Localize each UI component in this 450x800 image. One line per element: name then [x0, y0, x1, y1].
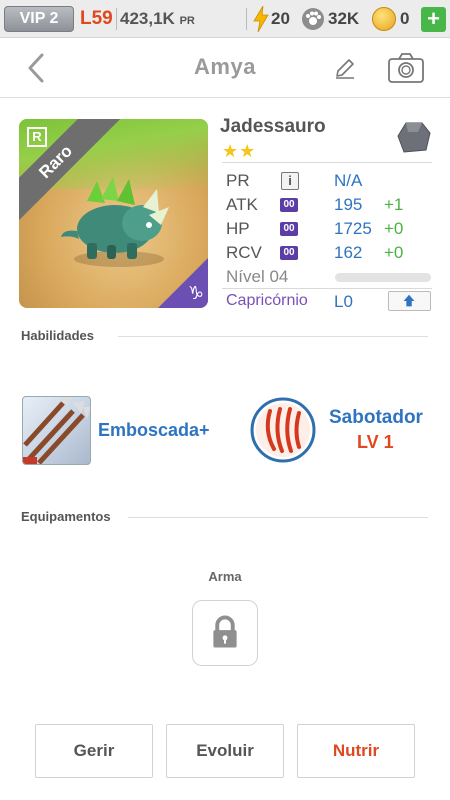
xp-progress-bar [335, 273, 431, 282]
skills-section-label: Habilidades [21, 328, 94, 343]
divider [222, 288, 432, 289]
stat-row-rcv: RCV 00 162 +0 [226, 243, 436, 267]
divider [246, 8, 247, 30]
stone-element-icon[interactable] [396, 120, 432, 156]
lock-icon [213, 615, 237, 648]
stat-value: N/A [334, 171, 363, 190]
divider [118, 336, 428, 337]
arrow-up-icon [403, 294, 415, 307]
star-rating: ★★ [222, 141, 257, 161]
feed-button[interactable]: Nutrir [297, 724, 415, 778]
stat-bonus: +0 [384, 219, 404, 238]
header: Amya [0, 38, 450, 98]
saboteur-claw-icon[interactable] [250, 397, 316, 463]
paw-count[interactable]: 32K [328, 9, 359, 29]
energy-count[interactable]: 20 [271, 9, 290, 29]
power-rating-value: 423,1K [120, 9, 175, 28]
power-rating-suffix: PR [179, 15, 195, 27]
stat-label: HP [226, 219, 250, 238]
zodiac-capricorn-icon: ♑ [187, 283, 204, 303]
top-status-bar: VIP 2 L59 423,1K PR 20 32K 0 + [0, 0, 450, 38]
add-currency-button[interactable]: + [421, 7, 446, 32]
stat-row-atk: ATK 00 195 +1 [226, 195, 436, 219]
coin-icon [372, 7, 396, 31]
energy-bolt-icon [253, 6, 269, 32]
equipment-section-label: Equipamentos [21, 509, 111, 524]
stat-label: PR [226, 171, 250, 190]
info-icon[interactable]: i [281, 172, 299, 190]
stat-value: 162 [334, 243, 363, 262]
stat-row-pr: PR i N/A [226, 171, 436, 195]
divider [128, 517, 428, 518]
stat-bonus: +1 [384, 195, 404, 214]
zodiac-level: L0 [334, 292, 353, 311]
stat-value: 195 [334, 195, 363, 214]
stat-chip: 00 [280, 246, 298, 260]
evolve-button[interactable]: Evoluir [166, 724, 284, 778]
stat-chip: 00 [280, 198, 298, 212]
power-rating: 423,1K PR [120, 9, 195, 29]
paw-icon [302, 8, 324, 30]
skill-name[interactable]: Sabotador [329, 407, 423, 429]
species-name: Jadessauro [220, 116, 326, 137]
edit-pencil-icon[interactable] [333, 56, 357, 80]
rarity-badge: R [27, 127, 47, 147]
zodiac-name[interactable]: Capricórnio [226, 292, 308, 310]
zodiac-upgrade-button[interactable] [388, 291, 431, 311]
stat-label: RCV [226, 243, 262, 262]
stat-label: ATK [226, 195, 258, 214]
jadessauro-creature-image [61, 177, 169, 267]
creature-portrait[interactable]: Raro R ♑ [19, 119, 208, 308]
level-label: Nível 04 [226, 267, 289, 286]
vip-badge[interactable]: VIP 2 [4, 6, 74, 32]
stat-chip: 00 [280, 222, 298, 236]
divider [116, 8, 117, 30]
weapon-slot[interactable] [192, 600, 258, 666]
manage-button[interactable]: Gerir [35, 724, 153, 778]
player-level: L59 [80, 8, 113, 29]
stat-value: 1725 [334, 219, 372, 238]
stat-bonus: +0 [384, 243, 404, 262]
page-title: Amya [194, 54, 256, 79]
skill-name[interactable]: Emboscada+ [98, 420, 210, 441]
weapon-slot-label: Arma [208, 569, 242, 584]
camera-icon[interactable] [387, 52, 425, 84]
ambush-skill-icon[interactable] [22, 396, 91, 465]
coin-count[interactable]: 0 [400, 9, 409, 29]
stat-row-hp: HP 00 1725 +0 [226, 219, 436, 243]
skill-level: LV 1 [357, 432, 394, 452]
divider [222, 162, 432, 163]
